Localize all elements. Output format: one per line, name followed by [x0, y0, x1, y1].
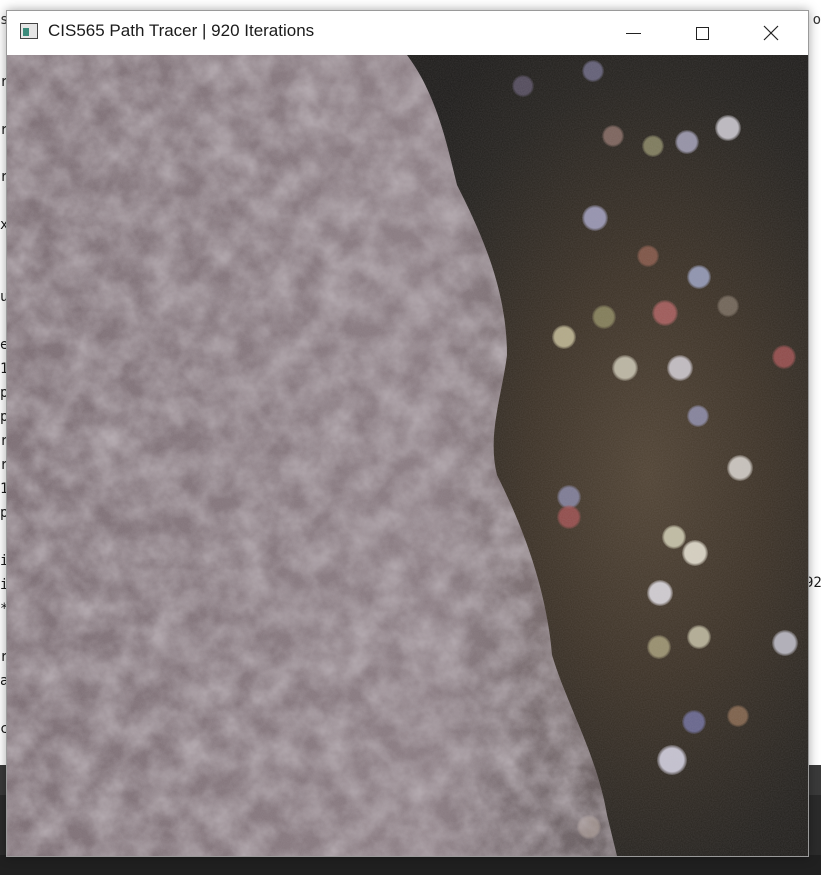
maximize-icon — [695, 26, 709, 40]
minimize-icon — [625, 32, 641, 34]
close-button[interactable] — [737, 11, 805, 55]
window-title: CIS565 Path Tracer | 920 Iterations — [48, 21, 315, 40]
title-bar[interactable]: CIS565 Path Tracer | 920 Iterations — [7, 11, 808, 55]
fur-render — [7, 55, 808, 856]
maximize-button[interactable] — [668, 11, 736, 55]
close-icon — [763, 25, 779, 41]
path-tracer-window[interactable]: CIS565 Path Tracer | 920 Iterations — [6, 10, 809, 857]
app-window-icon — [20, 23, 38, 39]
bg-console-top-right-text: o — [812, 12, 821, 28]
minimize-button[interactable] — [599, 11, 667, 55]
render-viewport[interactable] — [7, 55, 808, 856]
